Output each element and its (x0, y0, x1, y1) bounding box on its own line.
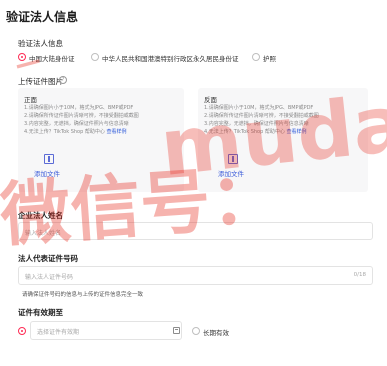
upload-front-rules: 1.请确保图片小于10M，格式为JPG、BMP或PDF 2.请确保所传证件图片清… (24, 104, 174, 136)
upload-back-rule: 2.请确保所传证件图片清晰可辨，不接受翻拍或截图 (204, 113, 319, 119)
sample-link[interactable]: 查看样例 (286, 129, 306, 135)
upload-front-rule: 2.请确保所传证件图片清晰可辨，不接受翻拍或截图 (24, 113, 139, 119)
upload-back-rule: 4.无法上传？TikTok Shop 帮助中心 查看样例 (204, 129, 307, 135)
upload-label: 上传证件图片 (18, 77, 63, 86)
id-number-helper: 请确保证件号码的信息与上传的证件信息完全一致 (22, 292, 144, 298)
id-number-placeholder: 输入法人证件号码 (25, 274, 74, 281)
radio-passport-label[interactable]: 护照 (263, 53, 276, 63)
id-number-label: 法人代表证件号码 (18, 254, 78, 263)
radio-cn-id[interactable] (18, 53, 26, 61)
sample-link[interactable]: 查看样例 (106, 129, 126, 135)
id-type-label: 验证法人信息 (18, 39, 63, 48)
radio-hk-id-label[interactable]: 中华人民共和国港澳特别行政区永久居民身份证 (102, 53, 239, 63)
legal-name-label: 企业法人姓名 (18, 211, 63, 220)
validity-label: 证件有效期至 (18, 308, 63, 317)
upload-front-add[interactable]: 添加文件 (34, 168, 60, 178)
upload-back-box[interactable]: 反面 1.请确保图片小于10M，格式为JPG、BMP或PDF 2.请确保所传证件… (198, 88, 368, 192)
id-number-input[interactable]: 输入法人证件号码 0/18 (18, 266, 373, 285)
radio-validity-date[interactable] (18, 327, 26, 335)
upload-back-add[interactable]: 添加文件 (218, 168, 244, 178)
radio-passport[interactable] (252, 53, 260, 61)
legal-name-placeholder: 输入法人姓名 (25, 230, 62, 237)
validity-date-input[interactable]: 选择证件有效期 (30, 321, 182, 340)
upload-back-rules: 1.请确保图片小于10M，格式为JPG、BMP或PDF 2.请确保所传证件图片清… (204, 104, 354, 136)
id-number-count: 0/18 (353, 272, 366, 278)
radio-cn-id-label[interactable]: 中国大陆身份证 (29, 53, 75, 63)
upload-front-box[interactable]: 正面 1.请确保图片小于10M，格式为JPG、BMP或PDF 2.请确保所传证件… (18, 88, 184, 192)
page-title: 验证法人信息 (6, 10, 79, 24)
upload-front-rule: 3.内容完整，无遮挡，确保证件照片与信息清晰 (24, 121, 129, 127)
upload-back-rule: 1.请确保图片小于10M，格式为JPG、BMP或PDF (204, 105, 314, 111)
validity-date-placeholder: 选择证件有效期 (37, 329, 80, 336)
upload-front-icon[interactable] (44, 154, 54, 164)
radio-long-term[interactable] (192, 327, 200, 335)
upload-back-title: 反面 (204, 96, 217, 104)
legal-name-input[interactable]: 输入法人姓名 (18, 222, 373, 240)
radio-hk-id[interactable] (91, 53, 99, 61)
question-icon[interactable]: ? (59, 76, 67, 84)
upload-front-rule: 4.无法上传？TikTok Shop 帮助中心 查看样例 (24, 129, 127, 135)
calendar-icon (173, 327, 180, 334)
upload-front-rule: 1.请确保图片小于10M，格式为JPG、BMP或PDF (24, 105, 134, 111)
long-term-label[interactable]: 长期有效 (203, 327, 229, 337)
upload-front-title: 正面 (24, 96, 37, 104)
upload-back-rule: 3.内容完整，无遮挡，确保证件照片与信息清晰 (204, 121, 309, 127)
upload-back-icon[interactable] (228, 154, 238, 164)
